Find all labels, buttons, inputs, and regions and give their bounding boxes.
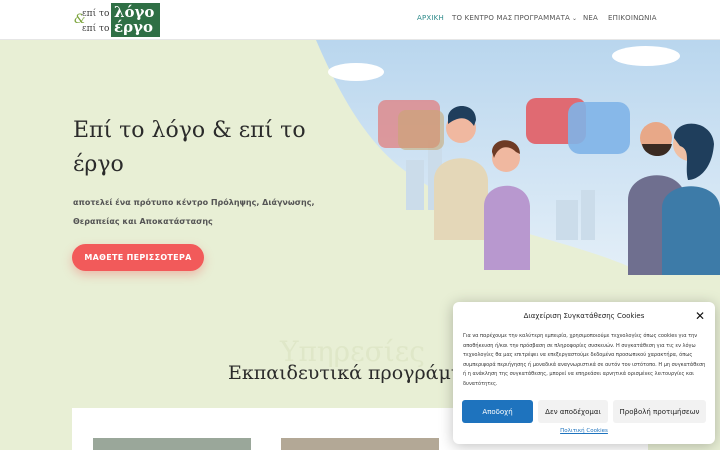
- cookie-policy-link[interactable]: Πολιτική Cookies: [453, 428, 715, 434]
- hero-subtitle: αποτελεί ένα πρότυπο κέντρο Πρόληψης, Δι…: [73, 198, 315, 226]
- logo-text-small-2: επί το: [82, 24, 110, 34]
- hero-illustration: [316, 40, 720, 275]
- nav-news[interactable]: ΝΕΑ: [583, 14, 598, 22]
- view-preferences-button[interactable]: Προβολή προτιμήσεων: [613, 400, 706, 423]
- site-logo[interactable]: επί το & επί το λόγο έργο: [74, 3, 160, 37]
- nav-contact[interactable]: ΕΠΙΚΟΙΝΩΝΙΑ: [608, 14, 657, 22]
- chevron-down-icon: ⌄: [572, 15, 578, 22]
- nav-center[interactable]: ΤΟ ΚΕΝΤΡΟ ΜΑΣ: [452, 14, 512, 22]
- cookie-text: Για να παρέχουμε την καλύτερη εμπειρία, …: [463, 333, 706, 387]
- program-card-image[interactable]: [281, 438, 439, 450]
- learn-more-button[interactable]: ΜΑΘΕΤΕ ΠΕΡΙΣΣΟΤΕΡΑ: [72, 244, 204, 271]
- accept-cookies-button[interactable]: Αποδοχή: [462, 400, 533, 423]
- cookie-consent-modal: Διαχείριση Συγκατάθεσης Cookies ✕ Για να…: [453, 302, 715, 444]
- nav-home[interactable]: ΑΡΧΙΚΗ: [417, 14, 444, 22]
- hero-title: Επί το λόγο & επί το έργο: [73, 118, 306, 177]
- site-header: επί το & επί το λόγο έργο ΑΡΧΙΚΗ ΤΟ ΚΕΝΤ…: [0, 0, 720, 40]
- deny-cookies-button[interactable]: Δεν αποδέχομαι: [538, 400, 608, 423]
- nav-programs-label: ΠΡΟΓΡΑΜΜΑΤΑ: [514, 14, 571, 22]
- logo-text-small-1: επί το: [82, 9, 110, 19]
- close-icon[interactable]: ✕: [695, 309, 705, 323]
- cookie-title: Διαχείριση Συγκατάθεσης Cookies: [523, 312, 645, 320]
- program-card-image[interactable]: [93, 438, 251, 450]
- logo-word-2: έργο: [114, 18, 154, 36]
- nav-programs[interactable]: ΠΡΟΓΡΑΜΜΑΤΑ ⌄: [514, 14, 577, 22]
